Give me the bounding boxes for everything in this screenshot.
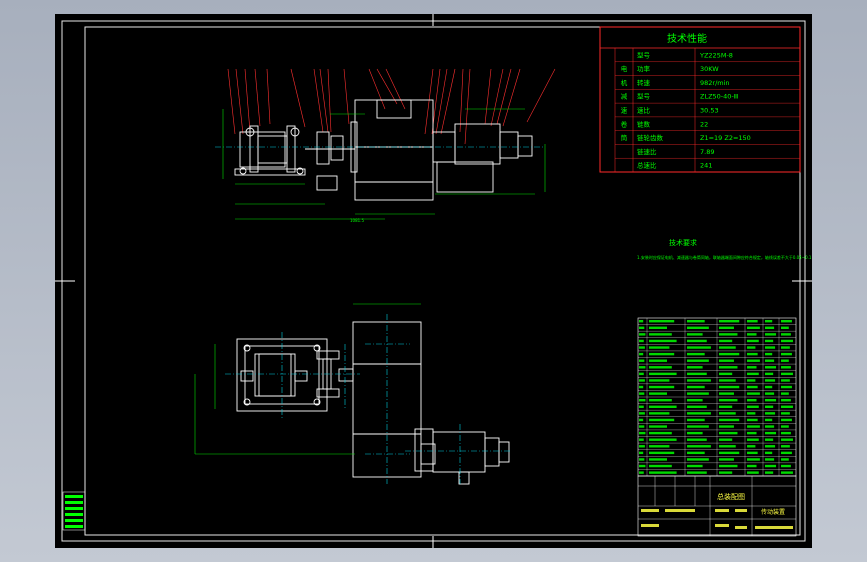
tech-performance-table: 型号 YZ225M-8电 功率 30KW机 转速 982r/min减 型号 ZLZ50-40-… bbox=[599, 26, 801, 173]
requirements-title: 技术要求 bbox=[669, 238, 697, 247]
tech-row-key: 链数 bbox=[637, 119, 651, 128]
tech-row-group: 机 bbox=[621, 78, 628, 87]
title-block: 总装配图 传动装置 bbox=[637, 475, 797, 537]
tech-rows: 型号 YZ225M-8电 功率 30KW机 转速 982r/min减 型号 ZLZ50-40-… bbox=[615, 50, 800, 170]
tech-row-value: Z1=19 Z2=150 bbox=[700, 134, 751, 142]
tech-row-value: YZ225M-8 bbox=[699, 51, 733, 59]
requirements-text: 1.安装时应保证电机、减速器与卷筒同轴，联轴器端面间隙应符合规定，轴线误差不大于… bbox=[637, 254, 812, 260]
svg-text:1081.5: 1081.5 bbox=[350, 218, 364, 223]
sheet-border bbox=[61, 20, 806, 542]
technical-requirements: 技术要求 1.安装时应保证电机、减速器与卷筒同轴，联轴器端面间隙应符合规定，轴线… bbox=[637, 238, 812, 260]
tech-row-value: 982r/min bbox=[700, 79, 730, 87]
tech-row-key: 总速比 bbox=[637, 161, 657, 170]
parts-list bbox=[637, 317, 797, 477]
tech-row-key: 功率 bbox=[637, 64, 651, 73]
tech-row-value: 22 bbox=[700, 120, 708, 128]
cad-viewport[interactable]: 1081.5 型号 YZ225M-8 电功率 30KW 机转速 982r/min 减型号 ZL… bbox=[55, 14, 812, 548]
centering-marks bbox=[55, 14, 812, 548]
plan-view bbox=[194, 303, 510, 485]
tech-row-group: 电 bbox=[621, 64, 628, 73]
tech-row-value: 241 bbox=[700, 162, 712, 170]
tech-row-key: 链轮齿数 bbox=[637, 133, 664, 142]
drawing-title: 总装配图 bbox=[717, 492, 745, 501]
tech-table-title: 技术性能 bbox=[667, 32, 707, 45]
tech-row-value: 30KW bbox=[700, 65, 719, 73]
tech-row-key: 速比 bbox=[637, 106, 651, 115]
elevation-view: 1081.5 bbox=[215, 68, 556, 223]
tech-row-group: 卷 bbox=[621, 119, 628, 128]
tech-row-group: 减 bbox=[621, 92, 628, 101]
tech-row-value: ZLZ50-40-Ⅲ bbox=[700, 93, 738, 101]
tech-row-value: 30.53 bbox=[700, 107, 719, 115]
tech-row-key: 链速比 bbox=[637, 147, 657, 156]
tech-row-group: 筒 bbox=[621, 133, 628, 142]
tech-row-key: 型号 bbox=[637, 92, 651, 101]
revision-stamp bbox=[62, 491, 86, 531]
tech-row-group: 速 bbox=[621, 107, 628, 115]
tech-row-key: 转速 bbox=[637, 78, 651, 87]
drawing-name: 传动装置 bbox=[761, 508, 785, 516]
tech-row-key: 型号 bbox=[637, 50, 651, 59]
tech-row-value: 7.89 bbox=[700, 148, 714, 156]
